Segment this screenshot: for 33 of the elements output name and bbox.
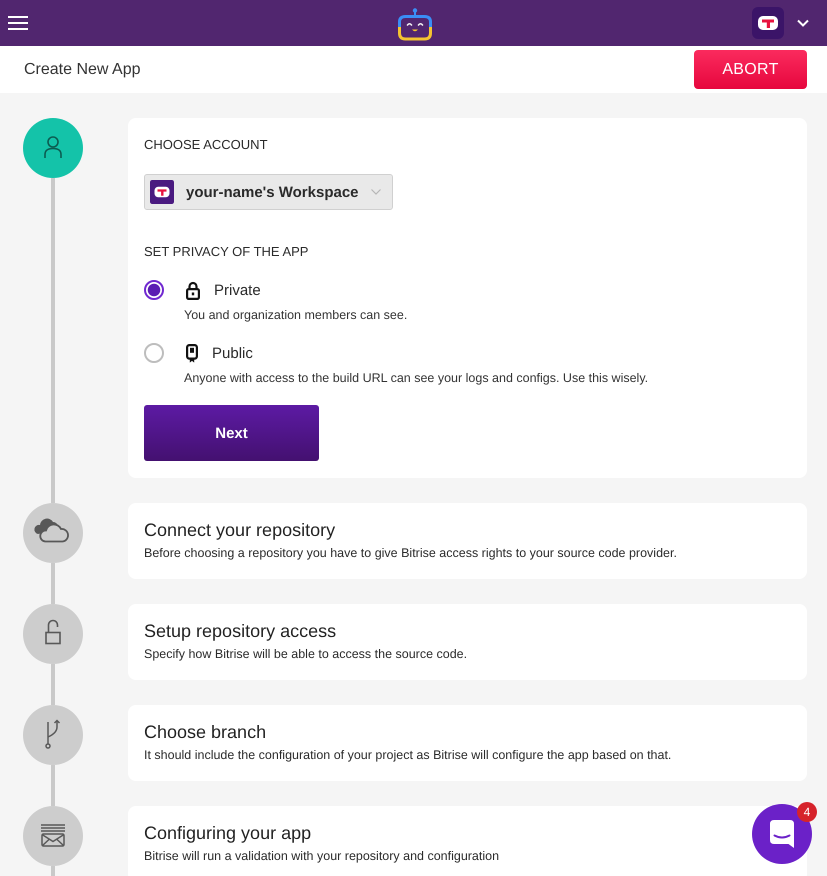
step-title: Choose branch [144, 721, 266, 743]
chat-bubble-icon [770, 820, 794, 848]
padlock-icon [186, 280, 200, 300]
radio-button[interactable] [144, 343, 164, 363]
workspace-avatar-icon [150, 180, 174, 204]
account-dropdown[interactable]: your-name's Workspace [144, 174, 393, 210]
menu-icon[interactable] [8, 16, 28, 30]
privacy-option-description: You and organization members can see. [184, 307, 408, 323]
unread-count-badge: 4 [797, 802, 817, 822]
privacy-option-description: Anyone with access to the build URL can see your logs and configs. Use this wisely. [184, 370, 648, 386]
chevron-down-icon[interactable] [797, 19, 809, 27]
abort-button[interactable]: ABORT [694, 50, 807, 89]
next-button[interactable]: Next [144, 405, 319, 461]
page-title: Create New App [24, 60, 141, 78]
section-label: SET PRIVACY OF THE APP [144, 244, 308, 260]
tag-icon [186, 344, 198, 362]
robot-logo[interactable] [397, 8, 433, 41]
step-description: Before choosing a repository you have to give Bitrise access rights to your source code provider. [144, 545, 677, 562]
step-description: Bitrise will run a validation with your repository and configuration [144, 848, 500, 865]
step-title: Setup repository access [144, 620, 336, 642]
radio-button[interactable] [144, 280, 164, 300]
section-label: CHOOSE ACCOUNT [144, 137, 268, 153]
privacy-option-label: Private [214, 282, 261, 298]
account-avatar-icon[interactable] [752, 7, 784, 39]
step-description: Specify how Bitrise will be able to access the source code. [144, 646, 468, 663]
timeline-connector [51, 765, 55, 806]
privacy-option-label: Public [212, 344, 253, 362]
step-title: Configuring your app [144, 822, 312, 844]
timeline-connector [51, 563, 55, 604]
timeline-connector [51, 664, 55, 705]
step-description: It should include the configuration of your project as Bitrise will configure the app based on that. [144, 747, 672, 764]
step-title: Connect your repository [144, 519, 336, 541]
chevron-down-icon [370, 189, 381, 195]
